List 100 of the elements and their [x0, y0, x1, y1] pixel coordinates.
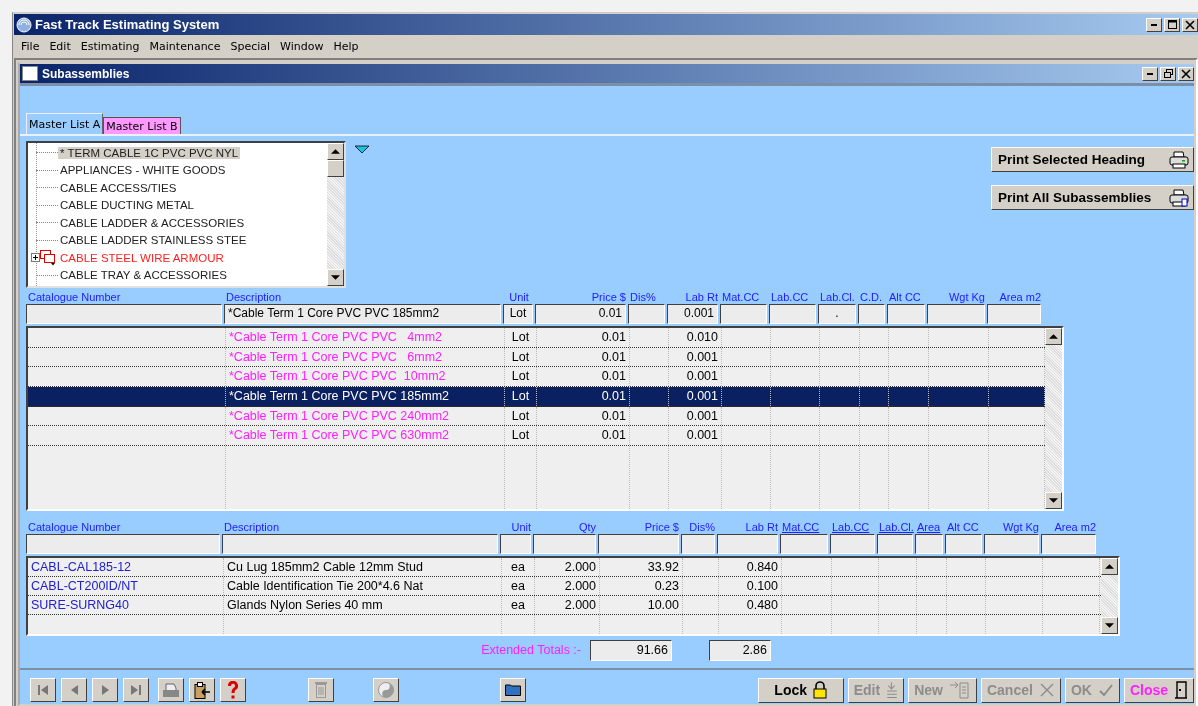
expand-folder-icon[interactable] — [31, 249, 58, 267]
scroll-thumb[interactable] — [327, 160, 344, 177]
tree-item[interactable]: CABLE LADDER & ACCESSORIES — [58, 216, 247, 229]
restore-button[interactable] — [1160, 66, 1176, 81]
skip-to-end-icon — [131, 685, 141, 696]
filter-field[interactable] — [533, 534, 596, 555]
window-title: Fast Track Estimating System — [35, 17, 221, 32]
tree-item[interactable]: CABLE LADDER STAINLESS STEE — [58, 234, 249, 247]
scroll-down-button[interactable] — [327, 269, 344, 286]
previous-record-button[interactable] — [61, 678, 87, 703]
column-header[interactable]: Lab.Cl. — [877, 521, 915, 535]
close-button[interactable] — [1178, 66, 1194, 81]
menu-item[interactable]: Maintenance — [144, 39, 226, 53]
menu-item[interactable]: Special — [225, 39, 276, 53]
maximize-button[interactable] — [1164, 17, 1180, 32]
filter-field[interactable]: Lot — [503, 304, 533, 324]
minimize-button[interactable] — [1142, 66, 1158, 81]
tree-item[interactable]: CABLE ACCESS/TIES — [58, 181, 179, 194]
next-record-button[interactable] — [92, 678, 118, 703]
minimize-icon — [1151, 23, 1157, 26]
filter-field[interactable] — [887, 304, 925, 324]
print-button[interactable]: Print All Subassemblies — [991, 185, 1194, 210]
filter-field[interactable] — [500, 534, 531, 555]
filter-field[interactable] — [769, 304, 816, 324]
toolbar-button[interactable] — [373, 678, 399, 703]
checkmark-icon — [1097, 682, 1114, 699]
delete-button[interactable] — [308, 678, 334, 703]
filter-field[interactable] — [780, 534, 828, 555]
column-header: Area m2 — [1053, 521, 1097, 535]
scroll-up-button[interactable] — [1101, 558, 1118, 576]
filter-field[interactable] — [945, 534, 982, 555]
column-header[interactable]: Lab.CC — [830, 521, 877, 535]
filter-field[interactable]: 0.001 — [667, 304, 718, 324]
filter-field[interactable] — [927, 304, 985, 324]
filter-field[interactable] — [717, 534, 778, 555]
menu-item[interactable]: Edit — [44, 39, 76, 53]
column-header[interactable]: Area — [915, 521, 945, 535]
table-cell: 0.100 — [719, 577, 782, 596]
tree-list[interactable]: * TERM CABLE 1C PVC PVC NYL APPLIANCES - WHITE GOODS CABLE ACCESS/TIES CABLE DUCTING METAL CABLE LADDER & ACCESSORIES CABLE LADDER STAINLESS STEE CABLE STEEL WIRE ARMOUR CABLE TRAY & ACCESSORIES — [26, 141, 346, 288]
filter-field[interactable] — [222, 534, 498, 555]
scroll-up-button[interactable] — [1045, 328, 1062, 345]
table-row[interactable]: *Cable Term 1 Core PVC PVC 185mm2 Lot 0.01 0.001 — [28, 387, 1045, 407]
first-record-button[interactable] — [30, 678, 56, 703]
table-row[interactable]: *Cable Term 1 Core PVC PVC 240mm2 Lot 0.01 0.001 — [28, 406, 1045, 427]
column-header[interactable]: Mat.CC — [780, 521, 830, 535]
filter-field[interactable] — [915, 534, 943, 555]
table-cell: SURE-SURNG40 — [28, 596, 224, 615]
table-cell: 2.000 — [535, 596, 600, 615]
filter-field[interactable] — [877, 534, 913, 555]
dropdown-triangle-icon[interactable] — [354, 145, 370, 155]
printer-icon — [1169, 188, 1189, 207]
tray-icon — [163, 683, 179, 698]
tree-item[interactable]: CABLE STEEL WIRE ARMOUR — [58, 251, 226, 264]
scroll-down-button[interactable] — [1045, 492, 1062, 510]
table-cell: 0.01 — [537, 367, 630, 387]
window-icon — [22, 66, 38, 81]
filter-field[interactable] — [598, 534, 679, 555]
left-triangle-icon — [70, 685, 78, 696]
table-row[interactable]: *Cable Term 1 Core PVC PVC 4mm2 Lot 0.01 0.010 — [28, 328, 1045, 348]
tree-item[interactable]: * TERM CABLE 1C PVC PVC NYL — [58, 146, 241, 159]
filter-field[interactable] — [628, 304, 665, 324]
menu-item[interactable]: Estimating — [75, 39, 145, 53]
filter-field[interactable]: *Cable Term 1 Core PVC PVC 185mm2 — [224, 304, 501, 324]
help-button[interactable] — [220, 678, 246, 703]
minimize-button[interactable] — [1146, 17, 1162, 32]
filter-field[interactable] — [26, 304, 222, 324]
tree-item[interactable]: CABLE DUCTING METAL — [58, 199, 196, 212]
clipboard-button[interactable] — [189, 678, 215, 703]
table-row[interactable]: *Cable Term 1 Core PVC PVC 6mm2 Lot 0.01 0.001 — [28, 347, 1045, 368]
filter-field[interactable] — [987, 304, 1041, 324]
tab[interactable]: Master List A — [26, 113, 104, 134]
action-button[interactable]: Lock — [757, 677, 844, 703]
menu-item[interactable]: Help — [328, 39, 364, 53]
tree-item[interactable]: APPLIANCES - WHITE GOODS — [58, 164, 228, 177]
close-button[interactable] — [1182, 17, 1198, 32]
labour-total-field: 2.86 — [709, 639, 771, 661]
filter-field[interactable] — [681, 534, 715, 555]
filter-field[interactable] — [858, 304, 885, 324]
tray-button[interactable] — [158, 678, 184, 703]
menu-item[interactable]: Window — [275, 39, 329, 53]
last-record-button[interactable] — [123, 678, 149, 703]
tree-item[interactable]: CABLE TRAY & ACCESSORIES — [58, 269, 229, 282]
filter-field[interactable]: 0.01 — [535, 304, 626, 324]
filter-field[interactable]: . — [818, 304, 856, 324]
menu-item[interactable]: File — [16, 39, 45, 53]
table-cell: 0.23 — [600, 577, 683, 596]
scroll-down-button[interactable] — [1101, 617, 1118, 635]
filter-field[interactable] — [1041, 534, 1096, 555]
open-button[interactable] — [500, 678, 526, 703]
table-cell: 0.001 — [669, 406, 722, 426]
table-cell: 0.010 — [669, 328, 722, 347]
tab[interactable]: Master List B — [103, 117, 181, 134]
print-button[interactable]: Print Selected Heading — [991, 147, 1194, 172]
filter-field[interactable] — [984, 534, 1039, 555]
scroll-up-button[interactable] — [327, 143, 344, 160]
filter-field[interactable] — [720, 304, 767, 324]
filter-field[interactable] — [830, 534, 875, 555]
table-row[interactable]: *Cable Term 1 Core PVC PVC 630mm2 Lot 0.01 0.001 — [28, 426, 1045, 447]
filter-field[interactable] — [26, 534, 220, 555]
column-header: Unit — [510, 521, 532, 535]
